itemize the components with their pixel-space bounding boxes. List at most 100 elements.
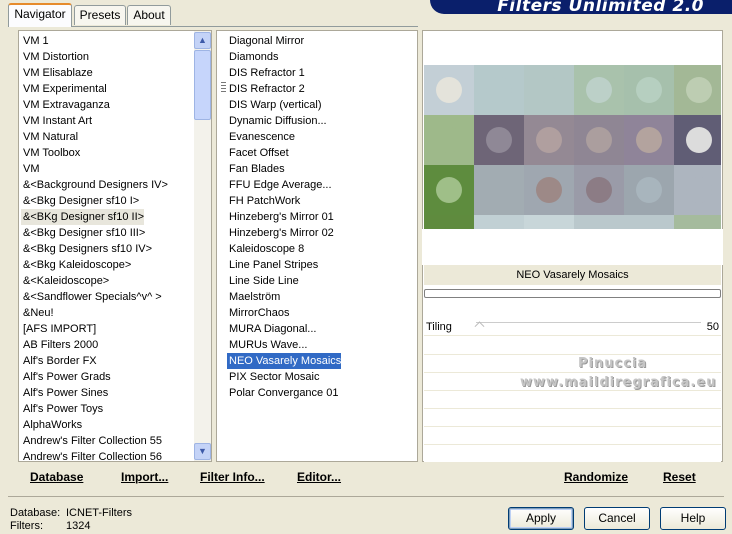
- mosaic-dot: [436, 77, 462, 103]
- mosaic-dot: [536, 77, 562, 103]
- mosaic-dot: [536, 127, 562, 153]
- filter-list-item[interactable]: Maelström: [227, 289, 280, 305]
- filter-list-item[interactable]: Kaleidoscope 8: [227, 241, 304, 257]
- category-list-item[interactable]: Alf's Power Grads: [21, 369, 111, 385]
- header-banner: Filters Unlimited 2.0: [430, 0, 732, 14]
- mosaic-tile: [624, 215, 674, 229]
- filter-list-item[interactable]: Polar Convergance 01: [227, 385, 338, 401]
- category-list-item[interactable]: &<Bkg Designer sf10 III>: [21, 225, 145, 241]
- category-list-item[interactable]: &<Bkg Designers sf10 IV>: [21, 241, 152, 257]
- param-row-empty: [424, 355, 721, 373]
- filter-list-item[interactable]: Diamonds: [227, 49, 279, 65]
- filter-info-button[interactable]: Filter Info...: [200, 469, 265, 485]
- filter-list-item[interactable]: FFU Edge Average...: [227, 177, 332, 193]
- category-list-item[interactable]: Alf's Power Toys: [21, 401, 103, 417]
- mosaic-dot: [586, 127, 612, 153]
- category-list-item[interactable]: AB Filters 2000: [21, 337, 98, 353]
- mosaic-dot: [586, 77, 612, 103]
- filter-list-item[interactable]: PIX Sector Mosaic: [227, 369, 319, 385]
- reset-button[interactable]: Reset: [663, 469, 696, 485]
- category-list-item[interactable]: [AFS IMPORT]: [21, 321, 96, 337]
- filter-list-item[interactable]: Hinzeberg's Mirror 02: [227, 225, 334, 241]
- scroll-up-button[interactable]: ▲: [194, 32, 211, 49]
- import-button[interactable]: Import...: [121, 469, 168, 485]
- tab-presets[interactable]: Presets: [74, 5, 126, 25]
- category-list-item[interactable]: &<Bkg Designer sf10 I>: [21, 193, 139, 209]
- category-list[interactable]: VM 1 VM Distortion VM Elisablaze VM Experim…: [18, 30, 212, 462]
- app-title: Filters Unlimited 2.0: [497, 0, 704, 14]
- mosaic-tile: [424, 65, 474, 115]
- mosaic-tile: [474, 65, 524, 115]
- filter-list-item[interactable]: MirrorChaos: [227, 305, 290, 321]
- category-list-item[interactable]: VM Extravaganza: [21, 97, 110, 113]
- filter-list[interactable]: Diagonal Mirror Diamonds DIS Refractor 1 DI…: [216, 30, 418, 462]
- mosaic-tile: [524, 215, 574, 229]
- category-list-item[interactable]: VM: [21, 161, 40, 177]
- category-list-item[interactable]: &<Background Designers IV>: [21, 177, 168, 193]
- mosaic-tile: [674, 215, 721, 229]
- filter-list-item[interactable]: MURUs Wave...: [227, 337, 307, 353]
- help-button[interactable]: Help: [660, 507, 726, 530]
- category-list-item[interactable]: VM Toolbox: [21, 145, 80, 161]
- mosaic-tile: [674, 165, 721, 215]
- category-list-item[interactable]: &<Bkg Kaleidoscope>: [21, 257, 131, 273]
- mosaic-tile: [624, 65, 674, 115]
- category-list-item[interactable]: &<Kaleidoscope>: [21, 273, 109, 289]
- category-list-item[interactable]: Alf's Border FX: [21, 353, 97, 369]
- filter-list-item[interactable]: Evanescence: [227, 129, 295, 145]
- filter-list-item[interactable]: Line Side Line: [227, 273, 299, 289]
- mosaic-tile: [424, 115, 474, 165]
- tab-about[interactable]: About: [127, 5, 171, 25]
- filter-list-item[interactable]: Line Panel Stripes: [227, 257, 318, 273]
- mosaic-dot: [636, 127, 662, 153]
- mosaic-dot: [536, 177, 562, 203]
- database-button[interactable]: Database: [30, 469, 83, 485]
- filter-list-item[interactable]: Dynamic Diffusion...: [227, 113, 327, 129]
- filter-list-item[interactable]: Hinzeberg's Mirror 01: [227, 209, 334, 225]
- filter-list-item[interactable]: DIS Refractor 2: [227, 81, 305, 97]
- randomize-button[interactable]: Randomize: [564, 469, 628, 485]
- apply-button[interactable]: Apply: [508, 507, 574, 530]
- filter-list-item[interactable]: Facet Offset: [227, 145, 289, 161]
- category-list-item[interactable]: Alf's Power Sines: [21, 385, 108, 401]
- filter-list-item[interactable]: FH PatchWork: [227, 193, 300, 209]
- mosaic-dot: [486, 77, 512, 103]
- mosaic-tile: [424, 165, 474, 215]
- mosaic-tile: [474, 215, 524, 229]
- tab-navigator[interactable]: Navigator: [8, 3, 72, 27]
- preview-spacer: [422, 229, 723, 265]
- category-list-item[interactable]: &<BKg Designer sf10 II>: [21, 209, 145, 225]
- category-list-item[interactable]: VM Elisablaze: [21, 65, 93, 81]
- param-row-tiling[interactable]: Tiling 50: [424, 318, 721, 336]
- mosaic-tile: [424, 215, 474, 229]
- divider: [8, 496, 724, 497]
- category-list-item[interactable]: Andrew's Filter Collection 56: [21, 449, 162, 461]
- scroll-thumb[interactable]: [194, 50, 211, 120]
- category-list-item[interactable]: Andrew's Filter Collection 55: [21, 433, 162, 449]
- category-list-item[interactable]: &Neu!: [21, 305, 54, 321]
- preview-filter-name: NEO Vasarely Mosaics: [424, 265, 721, 285]
- filter-list-item[interactable]: Diagonal Mirror: [227, 33, 304, 49]
- filter-list-item[interactable]: Fan Blades: [227, 161, 285, 177]
- scroll-down-button[interactable]: ▼: [194, 443, 211, 460]
- drag-grip-icon[interactable]: [221, 82, 226, 92]
- category-list-item[interactable]: VM Distortion: [21, 49, 89, 65]
- editor-button[interactable]: Editor...: [297, 469, 341, 485]
- category-scrollbar[interactable]: ▲ ▼: [194, 31, 211, 461]
- cancel-button[interactable]: Cancel: [584, 507, 650, 530]
- category-list-item[interactable]: VM Experimental: [21, 81, 107, 97]
- param-row-empty: [424, 427, 721, 445]
- category-list-item[interactable]: VM 1: [21, 33, 49, 49]
- chevron-up-icon: ▲: [198, 35, 207, 45]
- category-list-item[interactable]: AlphaWorks: [21, 417, 82, 433]
- category-list-item[interactable]: VM Instant Art: [21, 113, 92, 129]
- filter-list-item[interactable]: DIS Refractor 1: [227, 65, 305, 81]
- category-list-item[interactable]: &<Sandflower Specials^v^ >: [21, 289, 162, 305]
- filter-list-item[interactable]: NEO Vasarely Mosaics: [227, 353, 342, 369]
- mosaic-dot: [436, 127, 462, 153]
- mosaic-tile: [624, 165, 674, 215]
- category-list-item[interactable]: VM Natural: [21, 129, 78, 145]
- filter-list-item[interactable]: DIS Warp (vertical): [227, 97, 322, 113]
- filter-list-item[interactable]: MURA Diagonal...: [227, 321, 316, 337]
- param-slider[interactable]: [476, 322, 701, 323]
